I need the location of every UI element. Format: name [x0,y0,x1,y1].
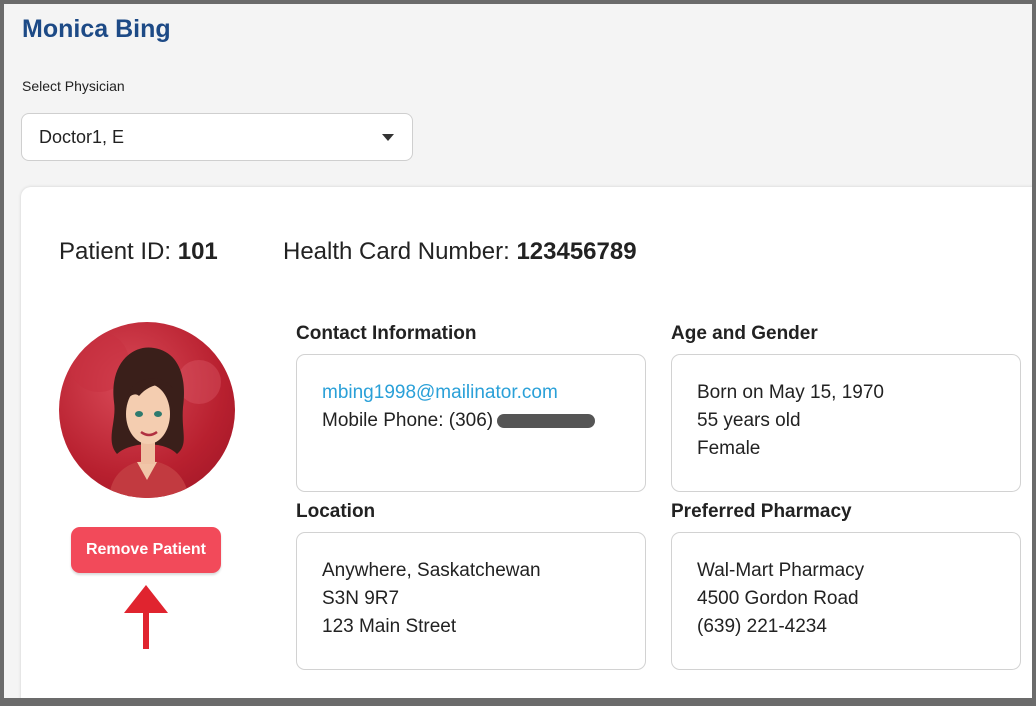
location-postal: S3N 9R7 [322,588,400,609]
preferred-pharmacy-title: Preferred Pharmacy [671,501,852,522]
health-card-number: Health Card Number: 123456789 [283,238,637,266]
patient-id: Patient ID: 101 [59,238,218,266]
location-box: Anywhere, Saskatchewan S3N 9R7 123 Main … [296,532,646,670]
redacted-phone-bar [497,413,596,428]
age: 55 years old [697,410,801,431]
patient-id-label: Patient ID: [59,238,172,265]
pharmacy-phone: (639) 221-4234 [697,616,827,637]
preferred-pharmacy-box: Wal-Mart Pharmacy 4500 Gordon Road (639)… [671,532,1021,670]
patient-detail-page: Monica Bing Select Physician Doctor1, E … [4,4,1032,698]
location-city: Anywhere, Saskatchewan [322,560,541,581]
pharmacy-address: 4500 Gordon Road [697,588,859,609]
patient-name: Monica Bing [22,15,171,43]
patient-email-link[interactable]: mbing1998@mailinator.com [322,379,645,407]
age-gender-box: Born on May 15, 1970 55 years old Female [671,354,1021,492]
location-title: Location [296,501,376,522]
health-card-label: Health Card Number: [283,238,510,265]
mobile-phone: Mobile Phone: (306) [322,407,645,435]
contact-information-box: mbing1998@mailinator.com Mobile Phone: (… [296,354,646,492]
physician-select[interactable]: Doctor1, E [21,113,413,161]
patient-card: Patient ID: 101 Health Card Number: 1234… [21,187,1032,698]
patient-id-value: 101 [177,238,218,265]
avatar-illustration [69,332,221,498]
physician-select-label: Select Physician [22,78,125,94]
avatar [59,322,235,498]
age-gender-title: Age and Gender [671,323,818,344]
health-card-value: 123456789 [516,238,637,265]
pharmacy-name: Wal-Mart Pharmacy [697,560,865,581]
chevron-down-icon [382,134,394,141]
birth-date: Born on May 15, 1970 [697,382,884,403]
location-street: 123 Main Street [322,616,457,637]
remove-patient-button[interactable]: Remove Patient [71,527,221,573]
gender: Female [697,438,761,459]
mobile-phone-label: Mobile Phone: (306) [322,410,494,431]
annotation-arrow-icon [124,585,168,649]
physician-selected-value: Doctor1, E [39,127,125,147]
contact-information-title: Contact Information [296,323,477,344]
